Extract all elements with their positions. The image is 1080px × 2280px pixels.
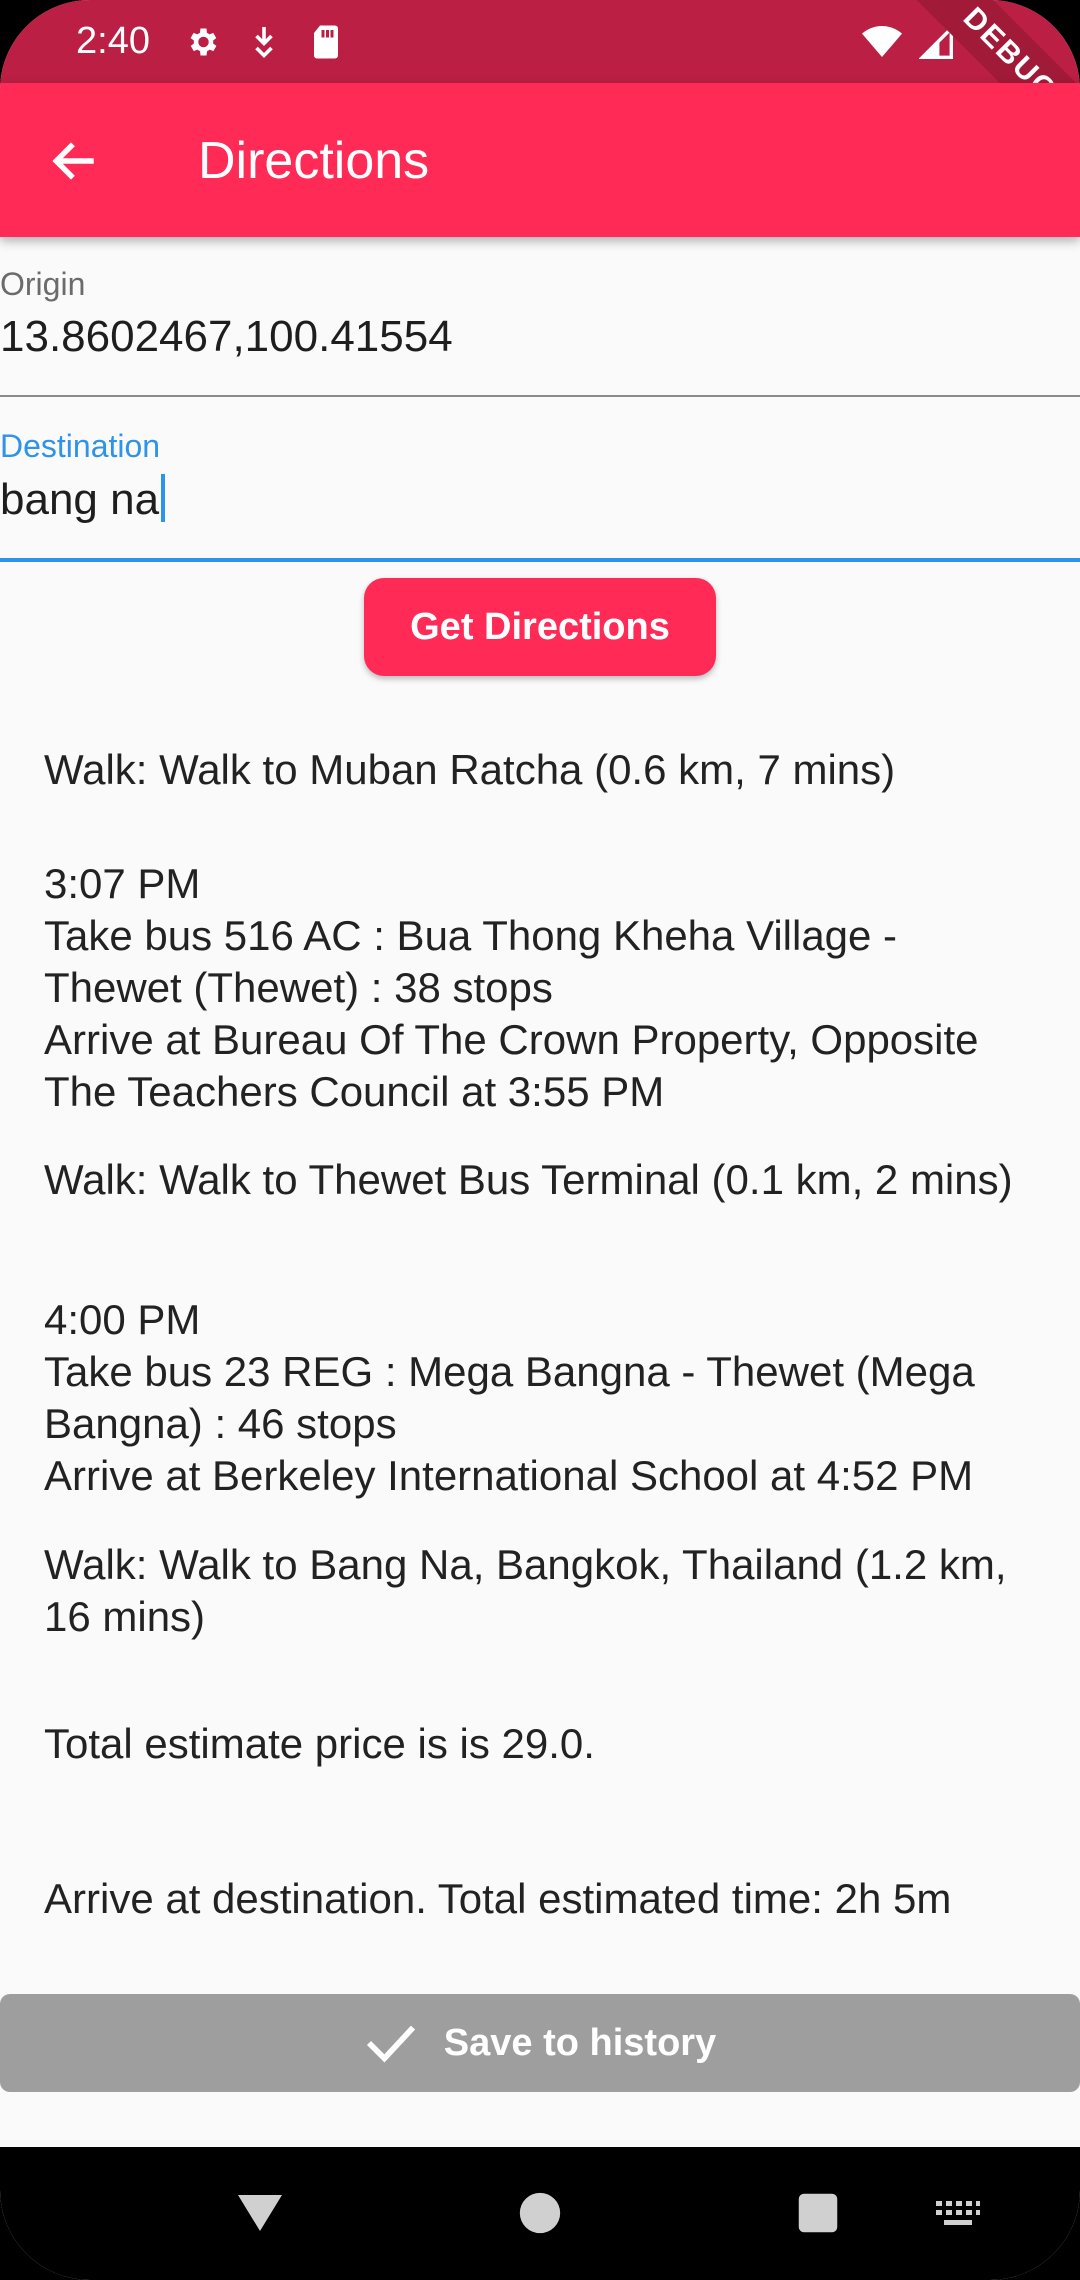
origin-field[interactable]: Origin 13.8602467,100.41554 <box>0 262 1080 402</box>
destination-value: bang na <box>0 475 160 524</box>
wifi-icon <box>862 22 902 62</box>
sd-card-icon <box>306 22 346 62</box>
check-icon <box>366 2025 415 2063</box>
destination-field[interactable]: Destination bang na <box>0 424 1080 564</box>
get-directions-button[interactable]: Get Directions <box>364 578 716 676</box>
origin-label: Origin <box>0 266 86 302</box>
save-to-history-label: Save to history <box>443 2021 717 2064</box>
direction-step: Walk: Walk to Muban Ratcha (0.6 km, 7 mi… <box>44 746 896 793</box>
text-cursor <box>161 474 166 522</box>
status-bar: 2:40 DEBUG <box>0 0 1080 167</box>
arrival-summary-text: Arrive at destination. Total estimated t… <box>44 1875 952 1922</box>
circle-icon <box>519 2192 561 2234</box>
square-icon <box>798 2193 838 2233</box>
download-icon <box>244 22 284 62</box>
origin-underline <box>0 395 1080 397</box>
app-screen: 2:40 DEBUG Directions Origin 13.8602467,… <box>0 0 1080 2280</box>
settings-icon <box>182 22 222 62</box>
status-time: 2:40 <box>76 20 150 62</box>
nav-recents-button[interactable] <box>788 2183 848 2243</box>
direction-step: 4:00 PM Take bus 23 REG : Mega Bangna - … <box>44 1296 975 1499</box>
destination-input[interactable]: bang na <box>0 474 166 525</box>
keyboard-icon <box>936 2201 980 2225</box>
direction-step: 3:07 PM Take bus 516 AC : Bua Thong Kheh… <box>44 860 979 1115</box>
arrow-left-icon <box>52 142 94 180</box>
total-price-text: Total estimate price is is 29.0. <box>44 1720 595 1767</box>
triangle-down-icon <box>238 2195 282 2231</box>
page-title: Directions <box>198 132 430 190</box>
nav-home-button[interactable] <box>510 2183 570 2243</box>
direction-step: Walk: Walk to Thewet Bus Terminal (0.1 k… <box>44 1156 1013 1203</box>
origin-input[interactable]: 13.8602467,100.41554 <box>0 312 453 362</box>
nav-back-button[interactable] <box>230 2183 290 2243</box>
save-to-history-button[interactable]: Save to history <box>0 1994 1080 2092</box>
system-nav-bar <box>0 2147 1080 2280</box>
back-button[interactable] <box>40 126 110 196</box>
app-bar: Directions <box>0 83 1080 237</box>
direction-step: Walk: Walk to Bang Na, Bangkok, Thailand… <box>44 1541 1007 1640</box>
destination-underline <box>0 558 1080 562</box>
destination-label: Destination <box>0 428 161 464</box>
keyboard-button[interactable] <box>928 2183 988 2243</box>
